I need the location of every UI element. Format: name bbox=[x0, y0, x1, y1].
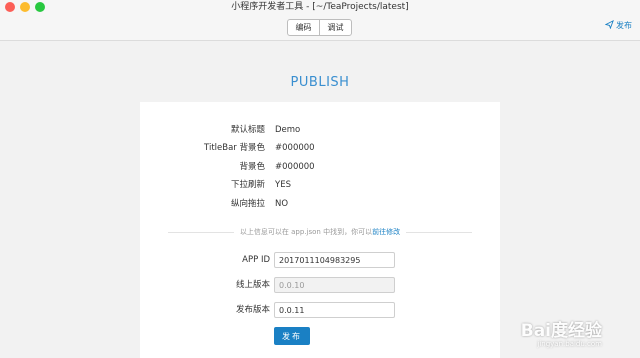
window-titlebar: 小程序开发者工具 - [~/TeaProjects/latest] 编码 调试 … bbox=[0, 0, 640, 41]
send-icon bbox=[604, 19, 614, 31]
tab-debug[interactable]: 调试 bbox=[319, 20, 351, 35]
info-value: Demo bbox=[275, 125, 301, 135]
edit-config-link[interactable]: 前往修改 bbox=[372, 228, 400, 236]
watermark-main: Bai度经验 bbox=[520, 321, 602, 341]
app-id-row: APP ID bbox=[140, 252, 500, 268]
release-version-row: 发布版本 bbox=[140, 302, 500, 318]
info-row-default-title: 默认标题 Demo bbox=[140, 124, 500, 136]
app-id-label: APP ID bbox=[242, 255, 270, 265]
tab-code[interactable]: 编码 bbox=[288, 20, 319, 35]
app-id-input[interactable] bbox=[274, 252, 395, 268]
online-version-row: 线上版本 bbox=[140, 277, 500, 293]
info-value: YES bbox=[275, 180, 291, 190]
config-note: 以上信息可以在 app.json 中找到，你可以前往修改 bbox=[140, 227, 500, 237]
info-label: 背景色 bbox=[239, 162, 265, 172]
info-row-vertical-drag: 纵向拖拉 NO bbox=[140, 198, 500, 210]
config-note-text: 以上信息可以在 app.json 中找到，你可以 bbox=[239, 228, 373, 236]
info-value: NO bbox=[275, 199, 289, 209]
toolbar-publish-label: 发布 bbox=[616, 21, 632, 30]
info-label: TitleBar 背景色 bbox=[204, 143, 265, 153]
toolbar-publish-button[interactable]: 发布 bbox=[604, 19, 632, 31]
info-label: 默认标题 bbox=[230, 125, 265, 135]
info-row-background-color: 背景色 #000000 bbox=[140, 161, 500, 173]
watermark: Bai度经验 jingyan.baidu.com bbox=[521, 322, 602, 348]
window-title: 小程序开发者工具 - [~/TeaProjects/latest] bbox=[231, 2, 409, 12]
info-row-pull-refresh: 下拉刷新 YES bbox=[140, 179, 500, 191]
release-version-input[interactable] bbox=[274, 302, 395, 318]
info-label: 纵向拖拉 bbox=[230, 199, 265, 209]
publish-submit-button[interactable]: 发布 bbox=[274, 327, 310, 345]
publish-card: 默认标题 Demo TitleBar 背景色 #000000 背景色 #0000… bbox=[140, 102, 500, 358]
info-value: #000000 bbox=[275, 143, 315, 153]
mode-segmented-control: 编码 调试 bbox=[287, 19, 352, 36]
page-title: PUBLISH bbox=[290, 75, 350, 90]
watermark-sub: jingyan.baidu.com bbox=[537, 340, 602, 348]
info-label: 下拉刷新 bbox=[230, 180, 265, 190]
online-version-input bbox=[274, 277, 395, 293]
info-value: #000000 bbox=[275, 162, 315, 172]
info-row-titlebar-color: TitleBar 背景色 #000000 bbox=[140, 142, 500, 154]
release-version-label: 发布版本 bbox=[235, 305, 270, 315]
online-version-label: 线上版本 bbox=[235, 280, 270, 290]
